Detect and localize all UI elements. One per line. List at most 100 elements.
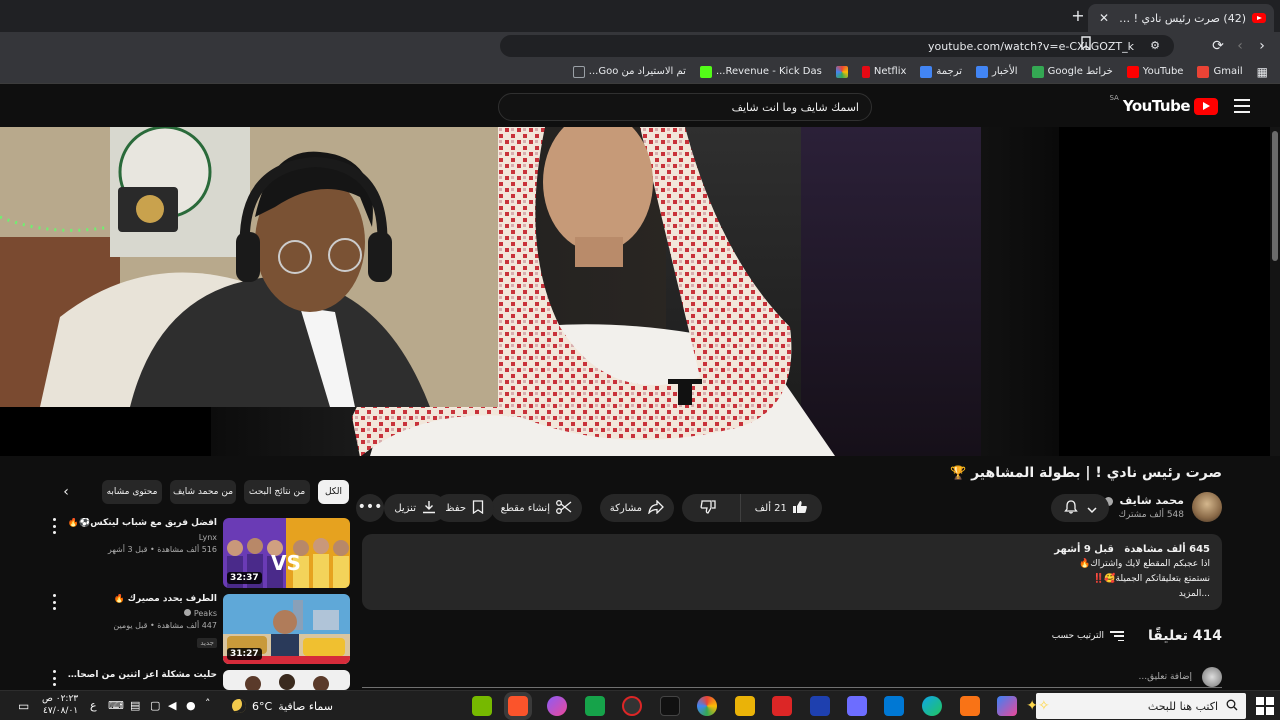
youtube-logo[interactable]: SA YouTube <box>1109 94 1218 115</box>
language-indicator[interactable]: ع <box>90 699 97 712</box>
copilot-app-icon[interactable] <box>997 696 1017 716</box>
video-player[interactable] <box>0 127 1280 456</box>
video-thumbnail[interactable]: 31:27 <box>223 594 350 664</box>
kick-app-icon[interactable] <box>585 696 605 716</box>
tab-close-button[interactable]: ✕ <box>1096 11 1112 25</box>
media-player-icon[interactable] <box>772 696 792 716</box>
new-tab-button[interactable]: + <box>1068 6 1088 26</box>
scissors-icon <box>556 499 572 517</box>
screen-icon[interactable]: ▢ <box>150 699 160 712</box>
related-title[interactable]: الطرف يحدد مصيرك 🔥 <box>67 594 217 604</box>
bookmark-photos[interactable] <box>835 65 848 78</box>
publish-date: قبل 9 أشهر <box>1054 544 1114 555</box>
bookmark-imported-folder[interactable]: تم الاستيراد من Goo... <box>572 65 686 78</box>
file-explorer-icon[interactable] <box>735 696 755 716</box>
related-title[interactable]: افضل فريق مع شباب لينكس⚽🔥 <box>67 518 217 528</box>
add-comment-field[interactable]: إضافة تعليق... <box>362 666 1222 688</box>
more-options-icon[interactable] <box>48 594 60 610</box>
add-comment-placeholder: إضافة تعليق... <box>1138 671 1192 682</box>
microphone-icon[interactable]: ● <box>186 699 196 712</box>
photos-icon <box>835 65 848 78</box>
nvidia-app-icon[interactable] <box>472 696 492 716</box>
related-video[interactable]: 31:27 الطرف يحدد مصيرك 🔥 Peaks 447 ألف م… <box>44 594 350 664</box>
vlc-app-icon[interactable] <box>960 696 980 716</box>
related-title[interactable]: حليت مشكلة اعز اثنين من اصحابي <box>67 670 217 680</box>
chip-related[interactable]: محتوى مشابه <box>102 480 162 504</box>
taskbar-clock[interactable]: ٠٢:٢٣ ص ٤٧/٠٨/٠١ <box>42 693 78 717</box>
bookmark-gmail[interactable]: Gmail <box>1197 65 1243 78</box>
clock-time: ٠٢:٢٣ ص <box>42 694 79 704</box>
bookmark-icon[interactable] <box>1078 36 1094 54</box>
channel-avatar[interactable] <box>1192 492 1222 522</box>
notification-bell-button[interactable] <box>1051 494 1109 522</box>
chip-from-channel[interactable]: من محمد شايف <box>170 480 236 504</box>
taskbar-search-input[interactable]: اكتب هنا للبحث <box>1036 693 1246 719</box>
menu-icon[interactable] <box>1234 99 1250 113</box>
site-settings-icon[interactable]: ⚙ <box>1148 39 1162 53</box>
bookmark-youtube[interactable]: YouTube <box>1126 65 1183 78</box>
forward-arrow-icon[interactable]: ‹ <box>1230 36 1250 56</box>
sidebar-chips: الكل من نتائج البحث من محمد شايف محتوى م… <box>52 480 352 504</box>
edge-app-icon[interactable] <box>922 696 942 716</box>
address-bar[interactable]: youtube.com/watch?v=e-CXLGOZT_k ⚙ <box>500 35 1174 57</box>
bookmark-netflix[interactable]: Netflix <box>861 65 907 78</box>
more-options-icon[interactable] <box>48 518 60 534</box>
chevron-up-icon[interactable]: ˄ <box>205 697 211 710</box>
network-icon[interactable]: ▤ <box>130 699 140 712</box>
bookmark-maps[interactable]: خرائط Google <box>1031 65 1113 78</box>
bookmark-label: Netflix <box>873 66 907 77</box>
share-button[interactable]: مشاركة <box>599 494 674 522</box>
outlook-app-icon[interactable] <box>884 696 904 716</box>
chip-search-results[interactable]: من نتائج البحث <box>244 480 310 504</box>
show-more-link[interactable]: ...المزيد <box>374 587 1210 602</box>
verified-icon <box>184 609 192 616</box>
bookmark-label: خرائط Google <box>1047 66 1113 77</box>
bookmark-kick[interactable]: Revenue - Kick Das... <box>699 65 822 78</box>
back-arrow-icon[interactable]: › <box>1252 36 1272 56</box>
related-channel-text[interactable]: Peaks <box>194 609 217 618</box>
video-thumbnail[interactable] <box>223 670 350 690</box>
subscriber-count: 548 ألف مشترك <box>1118 510 1184 520</box>
search-icon <box>1226 699 1238 714</box>
like-count: 21 ألف <box>754 502 787 514</box>
obs-app-icon[interactable] <box>622 696 642 716</box>
sort-comments-button[interactable]: الترتيب حسب <box>1052 631 1124 641</box>
related-video[interactable]: VS 32:37 افضل فريق مع شباب لينكس⚽🔥 Lynx … <box>44 518 350 588</box>
weather-widget[interactable]: سماء صافية 6°C <box>232 699 333 713</box>
address-url[interactable]: youtube.com/watch?v=e-CXLGOZT_k <box>928 40 1134 53</box>
page-scrollbar[interactable] <box>1270 127 1280 456</box>
more-options-icon[interactable] <box>48 670 60 686</box>
brave-app-icon[interactable] <box>508 696 528 716</box>
more-actions-button[interactable]: ••• <box>356 494 384 522</box>
like-button[interactable]: 21 ألف <box>739 494 822 522</box>
browser-tab-active[interactable]: (42) صرت رئيس نادي ! | بطولة المشاهير ✕ <box>1088 4 1274 32</box>
related-video[interactable]: حليت مشكلة اعز اثنين من اصحابي <box>44 670 350 690</box>
clip-button[interactable]: إنشاء مقطع <box>490 494 582 522</box>
search-input[interactable]: اسمك شايف وما انت شايف <box>498 93 872 121</box>
app-3-icon[interactable] <box>810 696 830 716</box>
channel-name[interactable]: محمد شايف <box>1103 494 1184 507</box>
channel-name-text[interactable]: محمد شايف <box>1120 494 1184 507</box>
keyboard-icon[interactable]: ⌨ <box>108 699 124 712</box>
video-description[interactable]: 645 ألف مشاهدة قبل 9 أشهر اذا عجبكم المق… <box>362 534 1222 610</box>
video-thumbnail[interactable]: VS 32:37 <box>223 518 350 588</box>
chrome-app-icon[interactable] <box>697 696 717 716</box>
youtube-favicon-icon <box>1252 13 1266 23</box>
volume-icon[interactable]: ◀ <box>168 699 176 712</box>
apps-grid-icon[interactable]: ▦ <box>1257 65 1268 79</box>
related-channel[interactable]: Peaks <box>67 609 217 618</box>
chip-all[interactable]: الكل <box>318 480 349 504</box>
reload-icon[interactable]: ⟳ <box>1208 36 1228 56</box>
windows-start-icon[interactable] <box>1256 697 1274 715</box>
gamepad-app-icon[interactable] <box>847 696 867 716</box>
download-button[interactable]: تنزيل <box>384 494 446 522</box>
related-channel[interactable]: Lynx <box>67 533 217 542</box>
folder-icon <box>572 65 585 78</box>
bookmark-news[interactable]: الأخبار <box>976 65 1018 78</box>
notifications-icon[interactable]: ▭ <box>18 699 29 713</box>
tiktok-app-icon[interactable] <box>660 696 680 716</box>
bookmark-translate[interactable]: ترجمة <box>920 65 962 78</box>
copilot-sparkle-icon[interactable]: ✦✧ <box>1018 694 1058 718</box>
dislike-button[interactable] <box>682 494 734 522</box>
app-circle-icon[interactable] <box>547 696 567 716</box>
